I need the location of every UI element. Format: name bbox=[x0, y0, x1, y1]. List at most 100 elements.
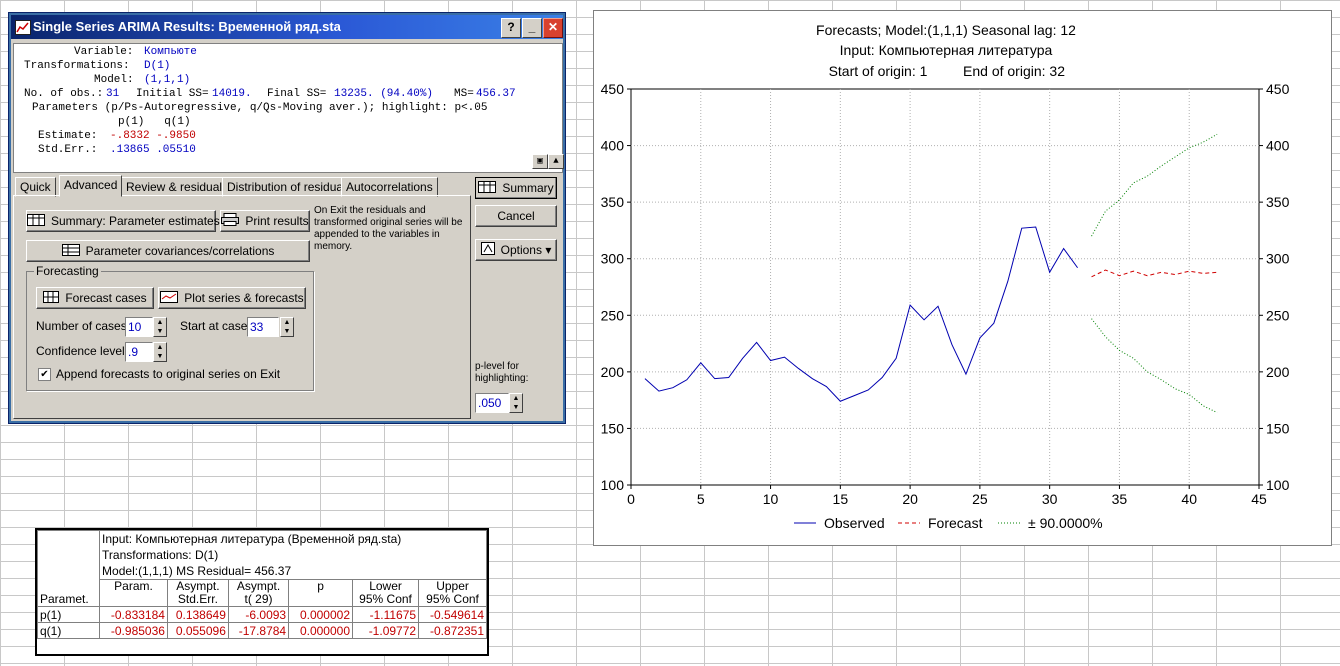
chart-title: Forecasts; Model:(1,1,1) Seasonal lag: 1… bbox=[816, 22, 1076, 38]
tab-advanced[interactable]: Advanced bbox=[59, 175, 123, 197]
minimize-button[interactable]: _ bbox=[522, 18, 542, 38]
param-covariances-label: Parameter covariances/correlations bbox=[85, 244, 275, 258]
cancel-button[interactable]: Cancel bbox=[475, 205, 557, 227]
info-variable-label: Variable: bbox=[74, 46, 134, 58]
parameter-results-table: Paramet. Input: Компьютерная литература (… bbox=[36, 530, 487, 639]
info-final-ss-value: 13235. (94.40%) bbox=[334, 88, 434, 100]
info-stderr-value: .13865 .05510 bbox=[110, 144, 196, 156]
app-chart-icon bbox=[15, 20, 31, 35]
info-initial-ss-value: 14019. bbox=[212, 88, 252, 100]
append-forecasts-checkbox[interactable]: ✔ bbox=[38, 368, 51, 381]
help-button[interactable]: ? bbox=[501, 18, 521, 38]
tab-distribution-residuals[interactable]: Distribution of residuals bbox=[222, 177, 357, 197]
info-final-ss-label: Final SS= bbox=[267, 88, 327, 100]
confidence-level-spinner[interactable]: ▲ ▼ bbox=[153, 342, 167, 362]
close-button[interactable]: ✕ bbox=[543, 18, 563, 38]
param-covariances-button[interactable]: Parameter covariances/correlations bbox=[26, 240, 310, 262]
confidence-level-input[interactable]: .9 bbox=[125, 342, 153, 362]
plot-series-forecasts-label: Plot series & forecasts bbox=[184, 291, 304, 305]
matrix-grid-icon bbox=[61, 242, 80, 262]
x-tick-label: 25 bbox=[972, 491, 988, 507]
plot-series-forecasts-button[interactable]: Plot series & forecasts bbox=[158, 287, 306, 309]
table-cell: -0.833184 bbox=[99, 606, 168, 623]
tab-autocorrelations[interactable]: Autocorrelations bbox=[341, 177, 438, 197]
x-tick-label: 10 bbox=[763, 491, 779, 507]
info-params-line: Parameters (p/Ps-Autoregressive, q/Qs-Mo… bbox=[32, 102, 488, 114]
table-cell: -1.11675 bbox=[351, 606, 420, 623]
advanced-tab-panel: Summary: Parameter estimates Print resul… bbox=[13, 195, 471, 419]
num-cases-input[interactable]: 10 bbox=[125, 317, 153, 337]
row-name: q(1) bbox=[36, 622, 101, 639]
x-tick-label: 0 bbox=[627, 491, 635, 507]
info-initial-ss-label: Initial SS= bbox=[136, 88, 209, 100]
y-tick-label-right: 350 bbox=[1266, 194, 1290, 210]
print-results-label: Print results bbox=[245, 214, 309, 228]
table-cell: -17.8784 bbox=[227, 622, 290, 639]
results-info-panel: Variable: Компьюте Transformations: D(1)… bbox=[13, 43, 564, 173]
summary-button[interactable]: Summary bbox=[475, 177, 557, 199]
summary-table-icon bbox=[478, 179, 497, 199]
table-info-line: Input: Компьютерная литература (Временно… bbox=[102, 532, 402, 546]
copy-icon[interactable]: ▣ bbox=[532, 154, 548, 169]
info-estimate-value: -.8332 -.9850 bbox=[110, 130, 196, 142]
forecast-cases-button[interactable]: Forecast cases bbox=[36, 287, 154, 309]
exit-note: On Exit the residuals and transformed or… bbox=[314, 205, 463, 252]
print-results-button[interactable]: Print results bbox=[220, 210, 310, 232]
column-header: Param. bbox=[99, 579, 168, 607]
forecasting-group-label: Forecasting bbox=[34, 264, 101, 278]
info-estimate-label: Estimate: bbox=[38, 130, 98, 142]
num-cases-spinner[interactable]: ▲ ▼ bbox=[153, 317, 167, 337]
legend-label: Observed bbox=[824, 515, 885, 531]
collapse-up-icon[interactable]: ▲ bbox=[548, 154, 564, 169]
info-param-headers: p(1) q(1) bbox=[118, 116, 191, 128]
plevel-input[interactable]: .050 bbox=[475, 393, 509, 413]
forecast-cases-label: Forecast cases bbox=[65, 291, 147, 305]
table-row: p(1) -0.833184 0.138649 -6.0093 0.000002 -1.1… bbox=[36, 606, 487, 623]
y-tick-label-left: 350 bbox=[601, 194, 625, 210]
start-case-input[interactable]: 33 bbox=[247, 317, 279, 337]
y-tick-label-left: 450 bbox=[601, 81, 625, 97]
table-info-cell: Input: Компьютерная литература (Временно… bbox=[99, 530, 487, 580]
forecast-chart-panel: Forecasts; Model:(1,1,1) Seasonal lag: 1… bbox=[593, 10, 1332, 546]
x-tick-label: 20 bbox=[902, 491, 918, 507]
tab-review-residuals[interactable]: Review & residuals bbox=[121, 177, 234, 197]
append-forecasts-label: Append forecasts to original series on E… bbox=[56, 367, 281, 381]
chart-end-of-origin: End of origin: 32 bbox=[963, 63, 1065, 79]
title-bar[interactable]: Single Series ARIMA Results: Временной р… bbox=[11, 15, 563, 39]
table-info-line: Model:(1,1,1) MS Residual= 456.37 bbox=[102, 564, 292, 578]
info-variable-value: Компьюте bbox=[144, 46, 197, 58]
y-tick-label-right: 450 bbox=[1266, 81, 1290, 97]
column-header: Lower 95% Conf bbox=[351, 579, 420, 607]
confidence-level-label: Confidence level: bbox=[36, 344, 129, 358]
series-line-1 bbox=[1091, 269, 1218, 278]
info-model-label: Model: bbox=[94, 74, 134, 86]
x-tick-label: 15 bbox=[833, 491, 849, 507]
table-cell: 0.138649 bbox=[166, 606, 229, 623]
y-tick-label-left: 250 bbox=[601, 307, 625, 323]
options-button[interactable]: Options ▾ bbox=[475, 239, 557, 261]
start-case-spinner[interactable]: ▲ ▼ bbox=[280, 317, 294, 337]
printer-icon bbox=[221, 212, 240, 232]
y-tick-label-left: 300 bbox=[601, 251, 625, 267]
table-info-row: Paramet. Input: Компьютерная литература (… bbox=[36, 530, 487, 607]
legend-label: ± 90.0000% bbox=[1028, 515, 1103, 531]
y-tick-label-right: 250 bbox=[1266, 307, 1290, 323]
plot-area bbox=[630, 88, 1260, 486]
info-transformations-value: D(1) bbox=[144, 60, 171, 72]
x-tick-label: 30 bbox=[1042, 491, 1058, 507]
y-tick-label-left: 100 bbox=[601, 477, 625, 493]
table-cell: -1.09772 bbox=[351, 622, 420, 639]
table-cell: -0.985036 bbox=[99, 622, 168, 639]
table-cell: 0.000000 bbox=[288, 622, 353, 639]
column-header: p bbox=[288, 579, 353, 607]
tab-quick[interactable]: Quick bbox=[15, 177, 56, 197]
options-label: Options bbox=[500, 243, 542, 257]
start-case-label: Start at case: bbox=[180, 319, 251, 333]
x-tick-label: 45 bbox=[1251, 491, 1267, 507]
summary-param-estimates-button[interactable]: Summary: Parameter estimates bbox=[26, 210, 220, 232]
info-model-value: (1,1,1) bbox=[144, 74, 191, 86]
x-tick-label: 35 bbox=[1112, 491, 1128, 507]
plevel-spinner[interactable]: ▲ ▼ bbox=[509, 393, 523, 413]
table-grid-icon bbox=[27, 212, 45, 232]
table-info-line: Transformations: D(1) bbox=[102, 548, 219, 562]
